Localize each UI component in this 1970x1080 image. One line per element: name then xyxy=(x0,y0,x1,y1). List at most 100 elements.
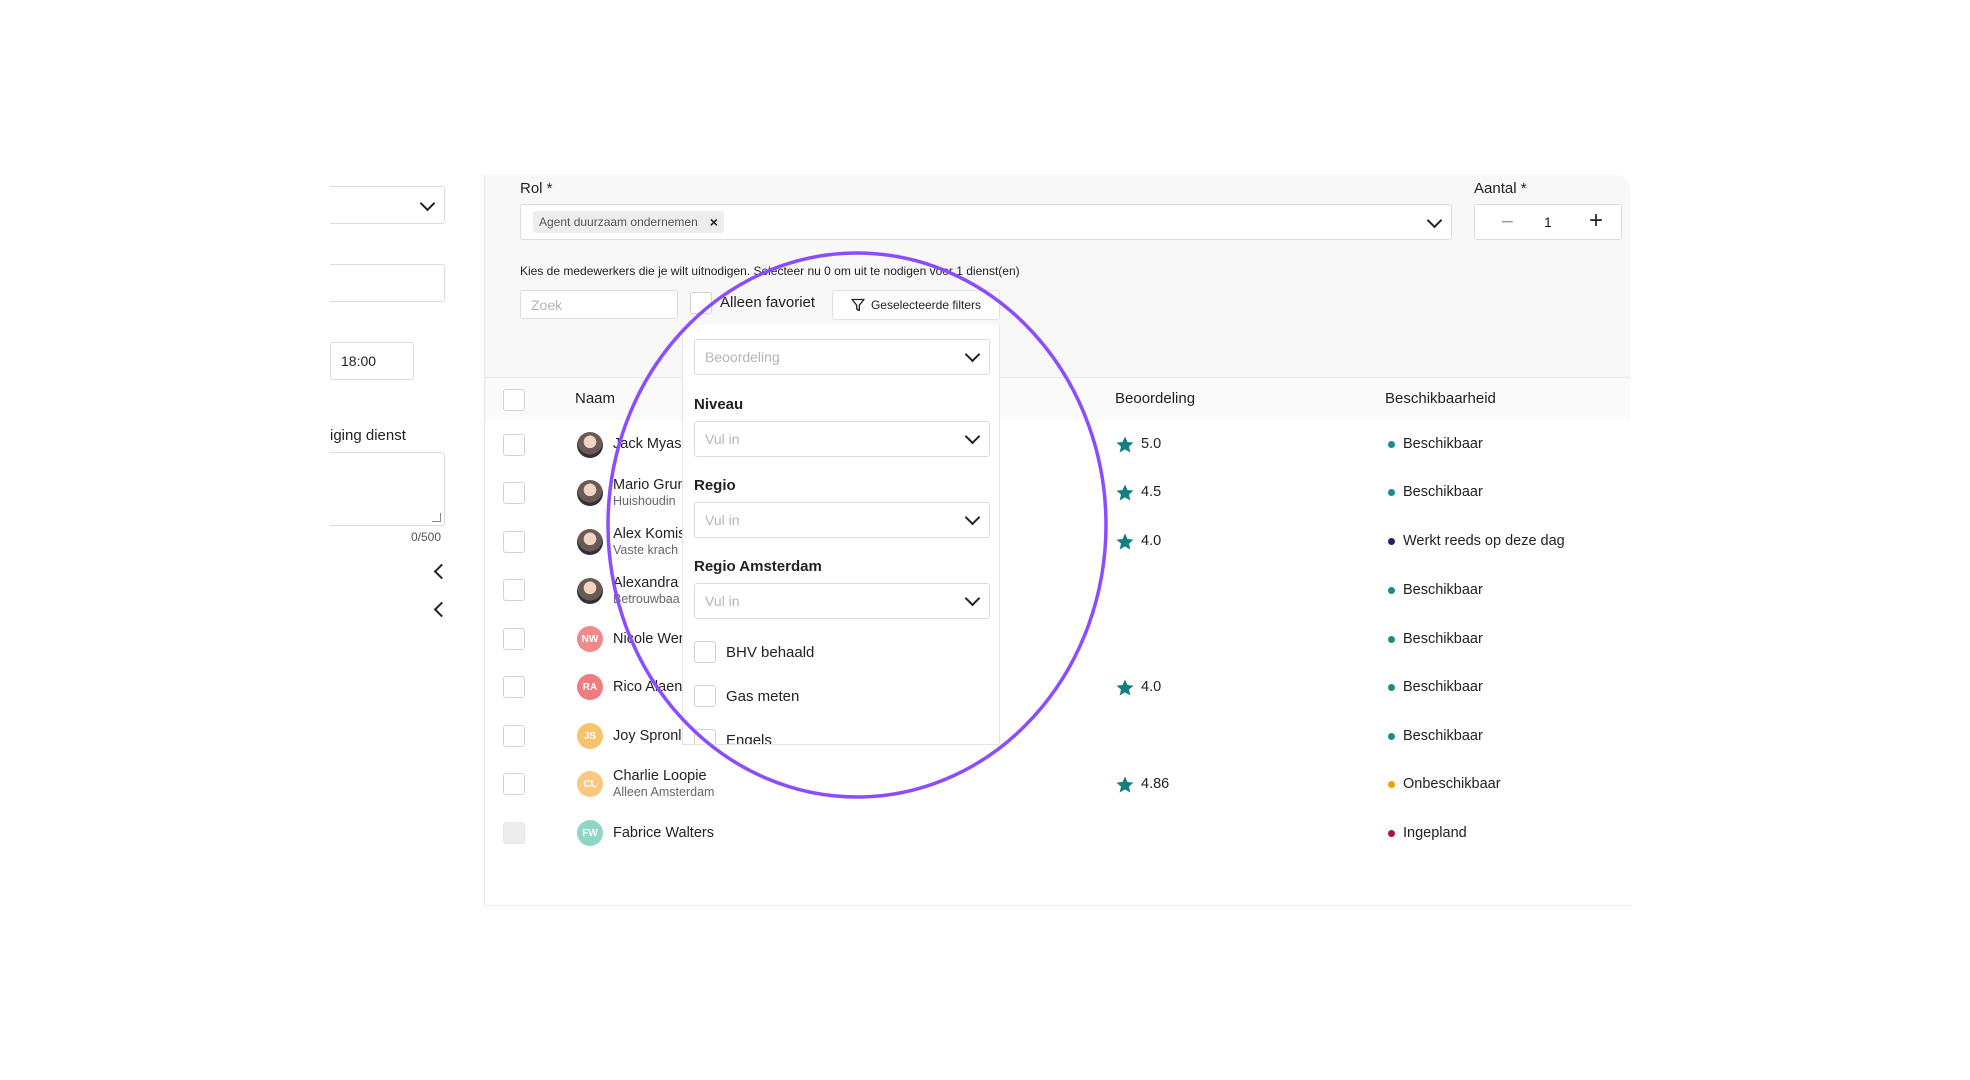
english-checkbox[interactable] xyxy=(694,729,716,744)
star-icon xyxy=(1116,484,1134,501)
avatar: NW xyxy=(577,626,603,652)
employee-name: Fabrice Walters xyxy=(613,825,714,841)
status-dot xyxy=(1388,587,1395,594)
english-label: Engels xyxy=(726,732,772,745)
status-dot xyxy=(1388,538,1395,545)
region-select[interactable]: Vul in xyxy=(694,502,990,538)
level-placeholder: Vul in xyxy=(705,431,740,447)
region-amsterdam-placeholder: Vul in xyxy=(705,593,740,609)
chevron-down-icon xyxy=(964,428,981,445)
star-icon xyxy=(1116,776,1134,793)
selected-filters-button[interactable]: Geselecteerde filters xyxy=(832,290,1000,320)
availability-status: Onbeschikbaar xyxy=(1403,776,1501,792)
row-checkbox[interactable] xyxy=(503,531,525,553)
employee-name: Joy Spronl xyxy=(613,728,682,744)
left-select[interactable] xyxy=(330,186,445,224)
row-checkbox[interactable] xyxy=(503,579,525,601)
role-label: Rol * xyxy=(520,180,553,197)
status-dot xyxy=(1388,636,1395,643)
search-input[interactable]: Zoek xyxy=(520,290,678,319)
availability-status: Beschikbaar xyxy=(1403,679,1483,695)
availability-status: Ingepland xyxy=(1403,825,1467,841)
status-dot xyxy=(1388,733,1395,740)
employee-subtitle: Alleen Amsterdam xyxy=(613,785,715,799)
level-select[interactable]: Vul in xyxy=(694,421,990,457)
instructions-text: Kies de medewerkers die je wilt uitnodig… xyxy=(520,264,1020,278)
region-placeholder: Vul in xyxy=(705,512,740,528)
rating-value: 4.5 xyxy=(1141,484,1162,500)
row-checkbox[interactable] xyxy=(503,725,525,747)
rating-filter-placeholder: Beoordeling xyxy=(705,349,780,365)
employee-name: Alex Komis xyxy=(613,526,685,542)
time-value: 18:00 xyxy=(341,353,377,369)
bhv-checkbox[interactable] xyxy=(694,641,716,663)
role-tag: Agent duurzaam ondernemen × xyxy=(533,211,724,233)
availability-status: Beschikbaar xyxy=(1403,631,1483,647)
availability-status: Beschikbaar xyxy=(1403,728,1483,744)
availability-status: Werkt reeds op deze dag xyxy=(1403,533,1565,549)
row-checkbox[interactable] xyxy=(503,628,525,650)
gas-checkbox[interactable] xyxy=(694,685,716,707)
avatar: JS xyxy=(577,723,603,749)
header-name[interactable]: Naam xyxy=(575,390,615,407)
minus-icon[interactable]: − xyxy=(1501,209,1514,235)
chevron-left-icon[interactable] xyxy=(433,563,450,580)
region-amsterdam-label: Regio Amsterdam xyxy=(694,558,822,575)
description-textarea[interactable] xyxy=(330,452,445,526)
favorite-checkbox[interactable] xyxy=(690,292,712,314)
status-dot xyxy=(1388,830,1395,837)
status-dot xyxy=(1388,489,1395,496)
employee-subtitle: Vaste krach xyxy=(613,543,679,557)
employee-name: Jack Myas xyxy=(613,436,682,452)
amount-label: Aantal * xyxy=(1474,180,1527,197)
avatar: CL xyxy=(577,771,603,797)
avatar: RA xyxy=(577,674,603,700)
selected-filters-label: Geselecteerde filters xyxy=(870,298,982,312)
rating-value: 4.86 xyxy=(1141,776,1170,792)
avatar: FW xyxy=(577,820,603,846)
time-input[interactable]: 18:00 xyxy=(330,342,414,380)
avatar xyxy=(577,432,603,458)
employee-subtitle: Huishoudin xyxy=(613,494,676,508)
favorite-label: Alleen favoriet xyxy=(720,294,816,311)
avatar xyxy=(577,578,603,604)
rating-value: 4.0 xyxy=(1141,533,1162,549)
row-checkbox[interactable] xyxy=(503,773,525,795)
level-label: Niveau xyxy=(694,396,744,413)
status-dot xyxy=(1388,781,1395,788)
status-dot xyxy=(1388,684,1395,691)
amount-value[interactable]: 1 xyxy=(1544,214,1552,230)
row-checkbox[interactable] xyxy=(503,434,525,456)
amount-stepper[interactable]: − 1 + xyxy=(1474,204,1622,240)
row-checkbox[interactable] xyxy=(503,482,525,504)
filter-panel: Beoordeling Niveau Vul in Regio Vul in R… xyxy=(682,325,1000,745)
select-all-checkbox[interactable] xyxy=(503,389,525,411)
employee-name: Nicole Wer xyxy=(613,631,684,647)
chevron-left-icon[interactable] xyxy=(433,601,450,618)
remove-tag-icon[interactable]: × xyxy=(710,214,718,230)
plus-icon[interactable]: + xyxy=(1589,207,1603,235)
employee-name: Alexandra xyxy=(613,575,679,591)
rating-value: 5.0 xyxy=(1141,436,1162,452)
header-availability[interactable]: Beschikbaarheid xyxy=(1385,390,1496,407)
chevron-down-icon xyxy=(419,195,436,212)
chevron-down-icon xyxy=(964,590,981,607)
left-input[interactable] xyxy=(330,264,445,302)
rating-filter-select[interactable]: Beoordeling xyxy=(694,339,990,375)
search-placeholder: Zoek xyxy=(531,297,563,313)
resize-handle-icon[interactable] xyxy=(432,513,441,522)
bhv-label: BHV behaald xyxy=(726,644,815,661)
availability-status: Beschikbaar xyxy=(1403,582,1483,598)
star-icon xyxy=(1116,679,1134,696)
star-icon xyxy=(1116,533,1134,550)
star-icon xyxy=(1116,436,1134,453)
region-amsterdam-select[interactable]: Vul in xyxy=(694,583,990,619)
availability-status: Beschikbaar xyxy=(1403,436,1483,452)
header-rating[interactable]: Beoordeling xyxy=(1115,390,1195,407)
role-select[interactable]: Agent duurzaam ondernemen × xyxy=(520,204,1452,240)
char-count: 0/500 xyxy=(411,530,442,544)
row-checkbox[interactable] xyxy=(503,676,525,698)
row-checkbox-disabled xyxy=(503,822,525,844)
avatar xyxy=(577,529,603,555)
availability-status: Beschikbaar xyxy=(1403,484,1483,500)
